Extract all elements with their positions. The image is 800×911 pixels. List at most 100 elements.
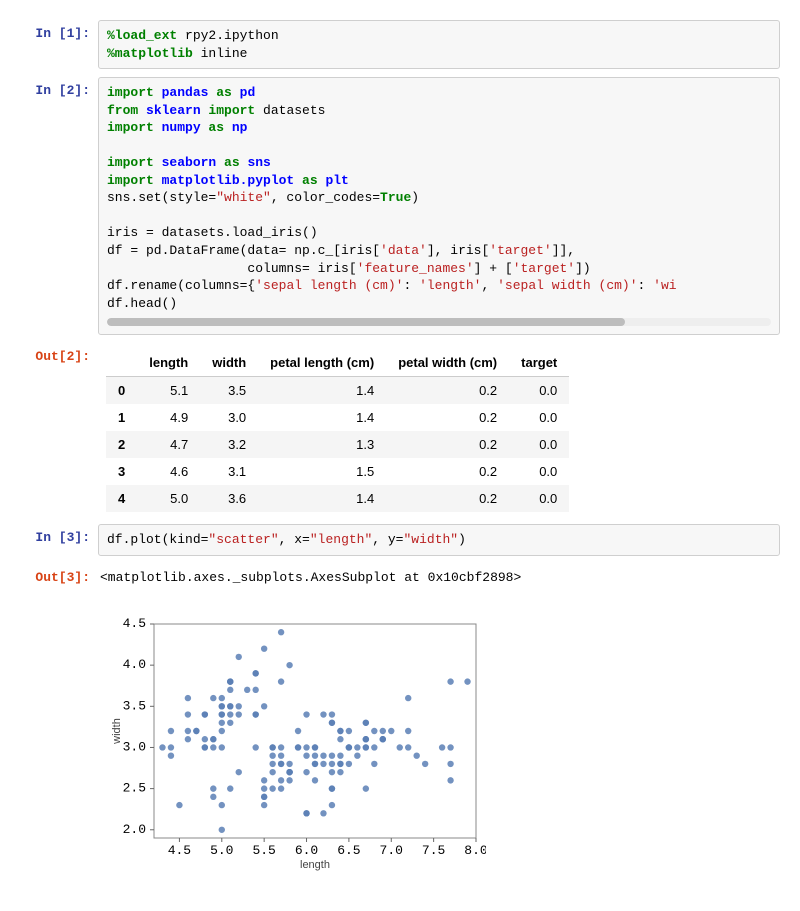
cell: 1.4 — [258, 485, 386, 512]
data-point — [202, 736, 208, 742]
data-point — [363, 720, 369, 726]
module: matplotlib.pyplot — [162, 173, 295, 188]
data-point — [303, 810, 309, 816]
data-point — [295, 728, 301, 734]
x-tick-label: 5.0 — [210, 843, 233, 858]
data-point — [261, 785, 267, 791]
x-tick-label: 5.5 — [252, 843, 275, 858]
data-point — [447, 678, 453, 684]
cell: 0.2 — [386, 404, 509, 431]
in-prompt-1: In [1]: — [0, 20, 98, 69]
data-point — [346, 761, 352, 767]
cell: 3.6 — [200, 485, 258, 512]
data-point — [269, 761, 275, 767]
data-point — [219, 703, 225, 709]
data-point — [337, 736, 343, 742]
table-row: 14.93.01.40.20.0 — [106, 404, 569, 431]
data-point — [447, 761, 453, 767]
cell: 1.4 — [258, 377, 386, 405]
data-point — [278, 785, 284, 791]
data-point — [219, 720, 225, 726]
cell: 4.6 — [137, 458, 200, 485]
cell: 0.0 — [509, 404, 569, 431]
cell: 3.0 — [200, 404, 258, 431]
col-header: petal width (cm) — [386, 349, 509, 377]
cell: 5.1 — [137, 377, 200, 405]
data-point — [346, 744, 352, 750]
data-point — [371, 744, 377, 750]
data-point — [329, 769, 335, 775]
string: 'wi — [653, 278, 676, 293]
in-prompt-2: In [2]: — [0, 77, 98, 335]
data-point — [219, 728, 225, 734]
data-point — [405, 695, 411, 701]
code-text: : — [403, 278, 419, 293]
data-point — [388, 728, 394, 734]
data-point — [363, 736, 369, 742]
code-text: ) — [458, 532, 466, 547]
output-3-plot: 4.55.05.56.06.57.07.58.02.02.53.03.54.04… — [98, 598, 780, 882]
code-text: rpy2.ipython — [177, 28, 278, 43]
data-point — [329, 785, 335, 791]
data-point — [320, 752, 326, 758]
data-point — [286, 761, 292, 767]
kw: from — [107, 103, 146, 118]
cell: 1.3 — [258, 431, 386, 458]
horizontal-scrollbar[interactable] — [107, 318, 771, 326]
alias: plt — [325, 173, 348, 188]
data-point — [252, 670, 258, 676]
cell: 0.2 — [386, 485, 509, 512]
y-tick-label: 2.0 — [123, 822, 146, 837]
data-point — [227, 687, 233, 693]
cell: 4.7 — [137, 431, 200, 458]
data-point — [337, 761, 343, 767]
data-point — [227, 711, 233, 717]
code-input-2[interactable]: import pandas as pd from sklearn import … — [98, 77, 780, 335]
col-header-index — [106, 349, 137, 377]
code-input-3[interactable]: df.plot(kind="scatter", x="length", y="w… — [98, 524, 780, 556]
data-point — [269, 769, 275, 775]
data-point — [464, 678, 470, 684]
code-text: : — [638, 278, 654, 293]
data-point — [422, 761, 428, 767]
col-header: length — [137, 349, 200, 377]
data-point — [202, 744, 208, 750]
data-point — [252, 744, 258, 750]
code-text: ]) — [575, 261, 591, 276]
data-point — [337, 728, 343, 734]
data-point — [236, 654, 242, 660]
data-point — [329, 802, 335, 808]
table-row: 24.73.21.30.20.0 — [106, 431, 569, 458]
row-index: 0 — [106, 377, 137, 405]
scrollbar-thumb[interactable] — [107, 318, 625, 326]
module: seaborn — [162, 155, 217, 170]
code-input-1[interactable]: %load_ext rpy2.ipython %matplotlib inlin… — [98, 20, 780, 69]
output-3-repr: <matplotlib.axes._subplots.AxesSubplot a… — [98, 564, 780, 590]
data-point — [168, 728, 174, 734]
row-index: 2 — [106, 431, 137, 458]
kw: import — [107, 120, 162, 135]
data-point — [286, 777, 292, 783]
magic: %matplotlib — [107, 46, 193, 61]
kw: as — [201, 120, 232, 135]
data-point — [176, 802, 182, 808]
data-point — [329, 711, 335, 717]
data-point — [439, 744, 445, 750]
data-point — [227, 720, 233, 726]
data-point — [278, 678, 284, 684]
kw: as — [208, 85, 239, 100]
code-text: ], iris[ — [427, 243, 489, 258]
data-point — [405, 744, 411, 750]
cell: 0.0 — [509, 377, 569, 405]
table-row: 34.63.11.50.20.0 — [106, 458, 569, 485]
cell: 0.0 — [509, 485, 569, 512]
data-point — [354, 752, 360, 758]
x-axis-label: length — [300, 859, 330, 871]
in-prompt-3: In [3]: — [0, 524, 98, 556]
col-header: petal length (cm) — [258, 349, 386, 377]
data-point — [236, 711, 242, 717]
string: "white" — [216, 190, 271, 205]
string: 'sepal length (cm)' — [255, 278, 403, 293]
data-point — [261, 802, 267, 808]
data-point — [405, 728, 411, 734]
